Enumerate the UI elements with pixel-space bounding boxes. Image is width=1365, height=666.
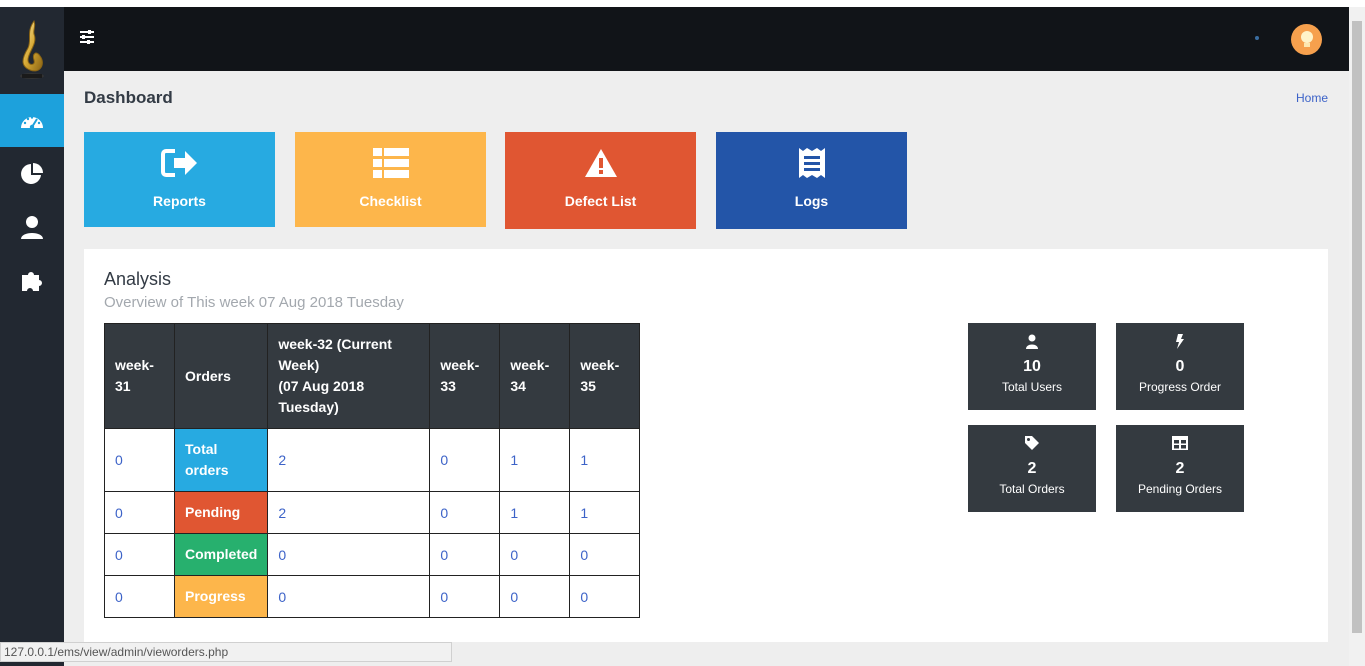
header-orders: Orders [173,323,269,429]
header-week-35: week-35 [569,323,641,429]
reports-tile-label: Reports [153,193,206,209]
table-row: 0 Completed 0 0 0 0 [104,533,641,576]
table-icon [1172,436,1188,450]
vertical-scrollbar[interactable] [1349,7,1365,666]
cell-week-35[interactable]: 0 [569,533,641,576]
header-week-31: week-31 [104,323,175,429]
sidebar [0,7,64,666]
sidebar-item-users[interactable] [0,200,64,253]
stat-label: Total Orders [999,482,1065,496]
notification-dot [1255,36,1259,40]
stat-card-pending-orders[interactable]: 2 Pending Orders [1116,425,1244,512]
list-icon [372,148,409,178]
cell-week-32[interactable]: 0 [267,533,431,576]
stat-card-total-orders[interactable]: 2 Total Orders [968,425,1096,512]
cell-week-34[interactable]: 0 [499,533,571,576]
warning-icon [584,149,617,177]
browser-status-url: 127.0.0.1/ems/view/admin/vieworders.php [0,642,452,662]
page-title: Dashboard [84,88,173,107]
app-logo[interactable] [0,7,64,94]
cell-week-34[interactable]: 0 [499,575,571,618]
user-icon [21,215,43,239]
header-week-33: week-33 [429,323,501,429]
table-row: 0 Progress 0 0 0 0 [104,575,641,618]
cell-week-35[interactable]: 1 [569,491,641,534]
stat-value: 10 [1023,358,1041,375]
header-week-34: week-34 [499,323,571,429]
cell-week-32[interactable]: 2 [267,491,431,534]
analysis-table: week-31 Orders week-32 (Current Week) (07… [104,323,641,618]
header-week-32: week-32 (Current Week) (07 Aug 2018 Tuesd… [267,323,431,429]
cell-week-32[interactable]: 0 [267,575,431,618]
menu-toggle-button[interactable] [78,28,96,46]
cell-week-33[interactable]: 0 [429,533,501,576]
stat-card-progress-order[interactable]: 0 Progress Order [1116,323,1244,410]
trophy-logo-icon [20,19,44,79]
sign-out-icon [160,149,197,177]
stat-label: Total Users [1001,380,1063,394]
checklist-tile-button[interactable]: Checklist [295,132,486,227]
cell-week-34[interactable]: 1 [499,428,571,492]
tag-icon [1025,436,1039,450]
receipt-icon [798,148,825,178]
cell-week-32[interactable]: 2 [267,428,431,492]
topbar [64,7,1349,71]
row-label-pending: Pending [173,491,269,534]
window-top-strip [0,0,1365,7]
cell-week-34[interactable]: 1 [499,491,571,534]
header-week-32-date: (07 Aug 2018 Tuesday) [278,378,365,415]
logs-tile-button[interactable]: Logs [716,132,907,229]
row-label-completed: Completed [173,533,269,576]
cell-week-33[interactable]: 0 [429,491,501,534]
cell-week-35[interactable]: 0 [569,575,641,618]
checklist-tile-label: Checklist [359,193,422,209]
table-row: 0 Total orders 2 0 1 1 [104,428,641,492]
sliders-icon [80,30,94,44]
cell-week-33[interactable]: 0 [429,428,501,492]
user-icon [1026,334,1038,349]
analysis-title: Analysis [104,269,172,289]
table-row: 0 Pending 2 0 1 1 [104,491,641,534]
cell-week-31[interactable]: 0 [104,491,175,534]
lightbulb-icon [1300,30,1313,47]
stat-value: 2 [1175,460,1185,477]
defect-list-tile-label: Defect List [564,193,637,209]
scrollbar-thumb[interactable] [1352,21,1362,633]
sidebar-item-charts[interactable] [0,147,64,200]
cell-week-31[interactable]: 0 [104,533,175,576]
row-label-total-orders: Total orders [173,428,269,492]
cell-week-31[interactable]: 0 [104,575,175,618]
cell-week-35[interactable]: 1 [569,428,641,492]
row-label-progress: Progress [173,575,269,618]
defect-list-tile-button[interactable]: Defect List [505,132,696,229]
sidebar-item-plugins[interactable] [0,253,64,306]
stat-value: 0 [1175,358,1185,375]
stat-value: 2 [1027,460,1037,477]
bolt-icon [1176,333,1184,349]
stat-label: Pending Orders [1137,482,1223,496]
analysis-subtitle: Overview of This week 07 Aug 2018 Tuesda… [104,294,404,311]
stat-label: Progress Order [1138,380,1222,394]
cell-week-31[interactable]: 0 [104,428,175,492]
logs-tile-label: Logs [794,193,829,209]
tachometer-icon [21,115,43,129]
header-week-32-label: week-32 (Current Week) [278,336,392,373]
table-header-row: week-31 Orders week-32 (Current Week) (07… [104,323,641,429]
reports-tile-button[interactable]: Reports [84,132,275,227]
puzzle-icon [22,271,42,291]
stat-card-total-users[interactable]: 10 Total Users [968,323,1096,410]
cell-week-33[interactable]: 0 [429,575,501,618]
sidebar-item-dashboard[interactable] [0,94,64,147]
avatar[interactable] [1291,24,1322,55]
breadcrumb-home-link[interactable]: Home [1296,91,1328,105]
pie-chart-icon [21,162,43,184]
